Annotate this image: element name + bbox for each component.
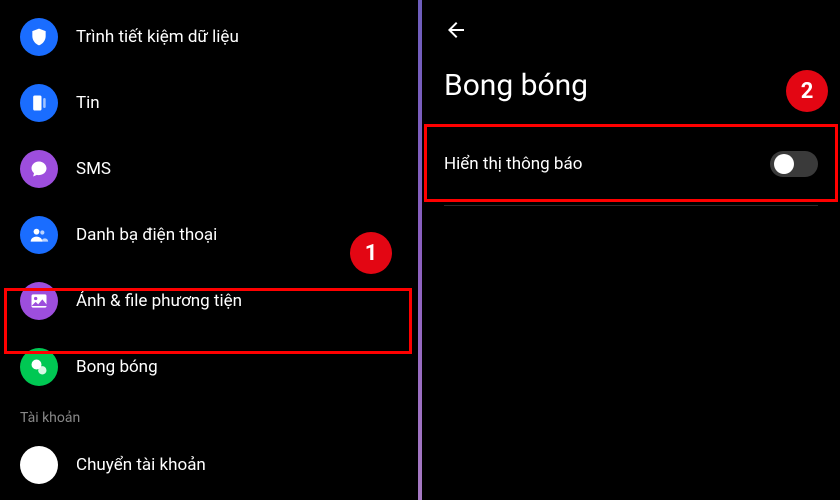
settings-item-label: Trình tiết kiệm dữ liệu	[76, 27, 239, 47]
settings-item-switch-account[interactable]: Chuyển tài khoản	[0, 432, 418, 498]
section-header-account: Tài khoản	[0, 400, 418, 432]
settings-item-story[interactable]: Tin	[0, 70, 418, 136]
settings-item-sms[interactable]: SMS	[0, 136, 418, 202]
back-arrow-icon[interactable]	[444, 20, 468, 48]
step-badge-2: 2	[786, 70, 828, 112]
settings-item-label: Tin	[76, 93, 100, 113]
settings-item-label: Ảnh & file phương tiện	[76, 291, 242, 311]
switch-icon	[20, 446, 58, 484]
photo-icon	[20, 282, 58, 320]
settings-item-bubble[interactable]: Bong bóng	[0, 334, 418, 400]
settings-panel: Trình tiết kiệm dữ liệu Tin SMS Danh bạ …	[0, 0, 418, 500]
back-row	[422, 0, 840, 54]
detail-panel: Bong bóng Hiển thị thông báo 2	[422, 0, 840, 500]
step-badge-1: 1	[350, 232, 392, 274]
bubble-icon	[20, 348, 58, 386]
toggle-row-show-notifications[interactable]: Hiển thị thông báo	[422, 131, 840, 197]
contacts-icon	[20, 216, 58, 254]
page-title: Bong bóng	[422, 54, 840, 131]
settings-item-label: SMS	[76, 159, 111, 179]
settings-item-label: Danh bạ điện thoại	[76, 225, 217, 245]
settings-item-label: Bong bóng	[76, 357, 158, 377]
chat-icon	[20, 150, 58, 188]
toggle-knob	[774, 154, 794, 174]
settings-item-data-saver[interactable]: Trình tiết kiệm dữ liệu	[0, 4, 418, 70]
settings-item-media[interactable]: Ảnh & file phương tiện	[0, 268, 418, 334]
story-icon	[20, 84, 58, 122]
shield-icon	[20, 18, 58, 56]
settings-item-label: Chuyển tài khoản	[76, 455, 206, 475]
divider	[444, 205, 818, 206]
toggle-switch[interactable]	[770, 151, 818, 177]
toggle-label: Hiển thị thông báo	[444, 154, 582, 174]
